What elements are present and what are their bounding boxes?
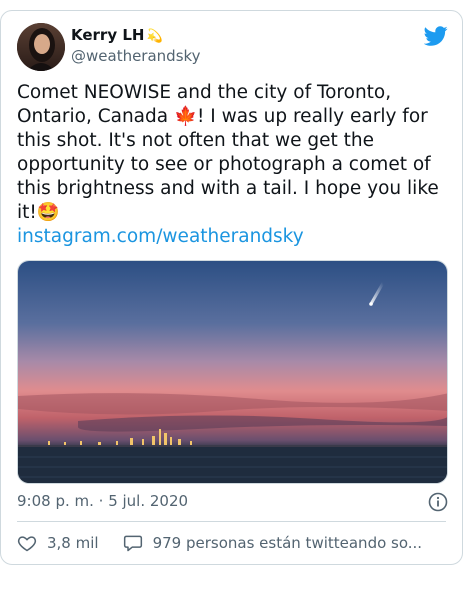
divider [17,521,446,522]
conversation-text: 979 personas están twitteando so... [152,534,423,552]
tweet-body: Comet NEOWISE and the city of Toronto, O… [17,82,439,223]
like-count: 3,8 mil [47,534,99,552]
tweet-photo[interactable] [17,260,448,484]
sparkle-emoji: 💫 [146,29,163,44]
author-handle[interactable]: @weatherandsky [71,47,201,65]
tweet-timestamp[interactable]: 9:08 p. m. · 5 jul. 2020 [17,492,188,510]
avatar[interactable] [17,23,65,71]
author-name[interactable]: Kerry LH 💫 [71,26,163,44]
tweet-card: Kerry LH 💫 @weatherandsky Comet NEOWISE a… [0,10,463,565]
instagram-link[interactable]: instagram.com/weatherandsky [17,225,449,249]
tweet-actions: 3,8 mil 979 personas están twitteando so… [17,531,422,555]
twitter-bird-icon[interactable] [424,24,448,48]
info-icon[interactable] [428,492,448,512]
heart-icon [17,536,37,552]
like-button[interactable]: 3,8 mil [17,533,99,553]
speech-bubble-icon [123,535,142,552]
conversation-button[interactable]: 979 personas están twitteando so... [123,533,423,553]
tweet-text: Comet NEOWISE and the city of Toronto, O… [17,81,449,249]
author-name-text: Kerry LH [71,26,145,44]
